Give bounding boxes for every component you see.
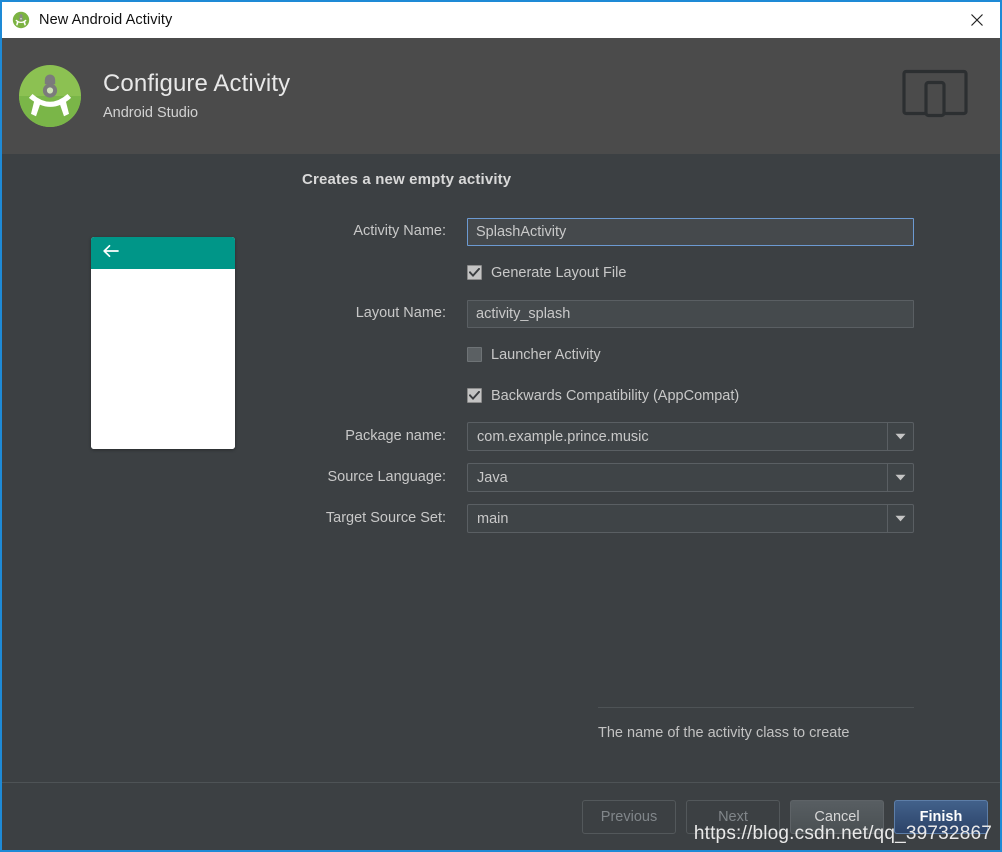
- section-title: Creates a new empty activity: [302, 162, 1000, 188]
- finish-button[interactable]: Finish: [894, 800, 988, 834]
- devices-tablet-phone-icon: [902, 68, 968, 125]
- titlebar-title: New Android Activity: [39, 12, 172, 28]
- configure-activity-form: Creates a new empty activity Activity Na…: [300, 154, 1000, 782]
- dialog-body: Creates a new empty activity Activity Na…: [2, 154, 1000, 782]
- source-language-combobox[interactable]: Java: [467, 463, 914, 492]
- target-source-set-combobox[interactable]: main: [467, 504, 914, 533]
- generate-layout-file-label: Generate Layout File: [491, 265, 626, 281]
- chevron-down-icon[interactable]: [887, 464, 913, 491]
- page-subtitle: Android Studio: [103, 105, 290, 121]
- spacer-label-1: [300, 252, 467, 293]
- source-language-label: Source Language:: [300, 457, 467, 498]
- android-studio-logo: [17, 63, 83, 129]
- page-title: Configure Activity: [103, 71, 290, 97]
- launcher-activity-checkbox-row[interactable]: Launcher Activity: [467, 347, 601, 363]
- backwards-compatibility-checkbox[interactable]: [467, 388, 482, 403]
- chevron-down-icon[interactable]: [887, 423, 913, 450]
- help-text: The name of the activity class to create: [598, 725, 914, 741]
- target-source-set-value: main: [468, 505, 887, 532]
- activity-preview-panel: [2, 154, 300, 782]
- backwards-compatibility-label: Backwards Compatibility (AppCompat): [491, 388, 739, 404]
- source-language-value: Java: [468, 464, 887, 491]
- new-android-activity-dialog: New Android Activity: [0, 0, 1002, 852]
- package-name-label: Package name:: [300, 416, 467, 457]
- form-grid: Activity Name: Generate Layout File: [300, 211, 1000, 539]
- header-text-block: Configure Activity Android Studio: [103, 71, 290, 121]
- close-icon: [970, 13, 984, 27]
- launcher-activity-cell: Launcher Activity: [467, 334, 914, 375]
- next-button[interactable]: Next: [686, 800, 780, 834]
- dialog-header: Configure Activity Android Studio: [2, 38, 1000, 154]
- preview-content-area: [91, 269, 235, 449]
- activity-name-input[interactable]: [467, 218, 914, 246]
- back-arrow-icon: [102, 244, 119, 263]
- spacer-label-3: [300, 375, 467, 416]
- backwards-compatibility-checkbox-row[interactable]: Backwards Compatibility (AppCompat): [467, 388, 739, 404]
- preview-appbar: [91, 237, 235, 269]
- titlebar: New Android Activity: [2, 2, 1000, 38]
- cancel-button[interactable]: Cancel: [790, 800, 884, 834]
- launcher-activity-label: Launcher Activity: [491, 347, 601, 363]
- package-name-value: com.example.prince.music: [468, 423, 887, 450]
- generate-layout-file-checkbox-row[interactable]: Generate Layout File: [467, 265, 626, 281]
- target-source-set-cell: main: [467, 498, 914, 539]
- generate-layout-file-cell: Generate Layout File: [467, 252, 914, 293]
- close-button[interactable]: [954, 2, 1000, 38]
- backwards-compatibility-cell: Backwards Compatibility (AppCompat): [467, 375, 914, 416]
- spacer-label-2: [300, 334, 467, 375]
- layout-name-input[interactable]: [467, 300, 914, 328]
- source-language-cell: Java: [467, 457, 914, 498]
- launcher-activity-checkbox[interactable]: [467, 347, 482, 362]
- android-studio-icon: [12, 11, 30, 29]
- help-area: The name of the activity class to create: [598, 707, 914, 741]
- chevron-down-icon[interactable]: [887, 505, 913, 532]
- package-name-cell: com.example.prince.music: [467, 416, 914, 457]
- target-source-set-label: Target Source Set:: [300, 498, 467, 539]
- layout-name-label: Layout Name:: [300, 293, 467, 334]
- preview-thumbnail: [91, 237, 235, 449]
- dialog-footer: Previous Next Cancel Finish https://blog…: [2, 782, 1000, 850]
- activity-name-label: Activity Name:: [300, 211, 467, 252]
- layout-name-cell: [467, 293, 914, 334]
- generate-layout-file-checkbox[interactable]: [467, 265, 482, 280]
- previous-button[interactable]: Previous: [582, 800, 676, 834]
- package-name-combobox[interactable]: com.example.prince.music: [467, 422, 914, 451]
- activity-name-cell: [467, 211, 914, 252]
- help-divider: [598, 707, 914, 708]
